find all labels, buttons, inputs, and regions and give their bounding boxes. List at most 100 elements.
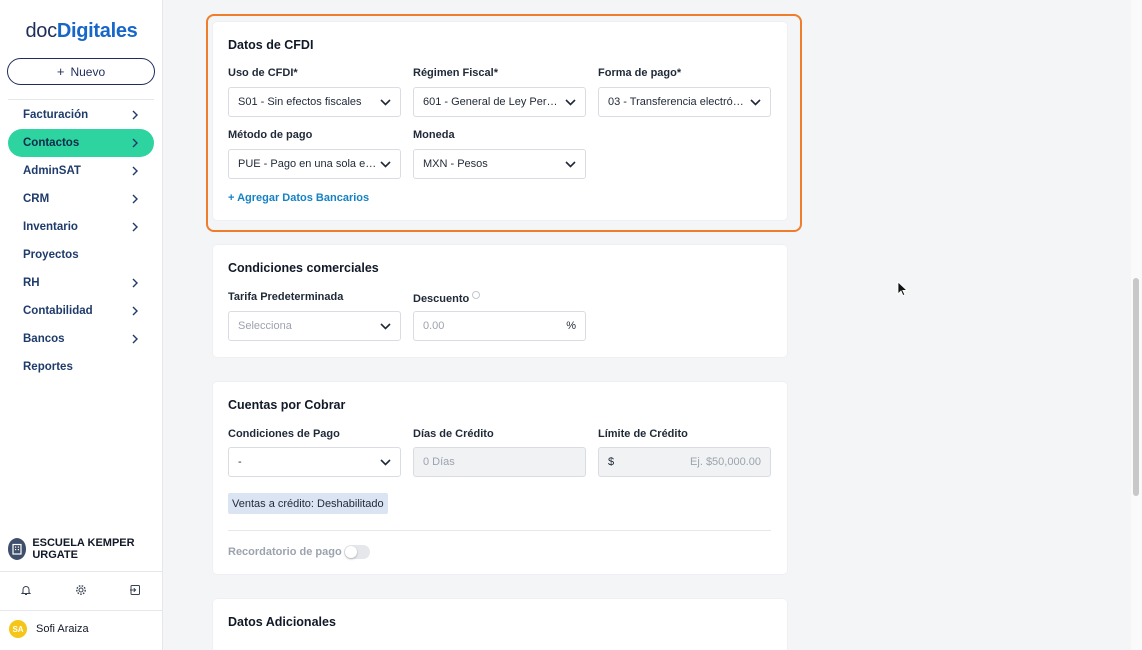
chevron-right-icon <box>130 305 140 317</box>
limite-credito-label: Límite de Crédito <box>598 428 688 440</box>
tarifa-label: Tarifa Predeterminada <box>228 291 344 303</box>
scrollbar-thumb[interactable] <box>1133 278 1139 496</box>
moneda-value: MXN - Pesos <box>423 158 488 170</box>
dias-credito-input[interactable]: 0 Días <box>413 447 586 477</box>
sidebar-item-crm[interactable]: CRM <box>8 185 154 213</box>
tarifa-select[interactable]: Selecciona <box>228 311 401 341</box>
bottom-divider <box>0 571 163 572</box>
bottom-divider-2 <box>0 610 163 611</box>
bell-icon[interactable] <box>18 582 34 598</box>
metodo-pago-select[interactable]: PUE - Pago en una sola exh... <box>228 149 401 179</box>
chevron-down-icon <box>379 158 391 170</box>
cfdi-title: Datos de CFDI <box>228 38 314 52</box>
user-name: Sofi Araiza <box>36 623 89 635</box>
percent-suffix: % <box>566 320 576 332</box>
descuento-label-text: Descuento <box>413 293 470 305</box>
chevron-right-icon <box>130 165 140 177</box>
forma-pago-label: Forma de pago* <box>598 67 682 79</box>
receivables-card: Cuentas por Cobrar Condiciones de Pago -… <box>213 382 787 574</box>
tarifa-placeholder: Selecciona <box>238 320 292 332</box>
cfdi-card: Datos de CFDI Uso de CFDI* S01 - Sin efe… <box>213 22 787 220</box>
sidebar-item-bancos[interactable]: Bancos <box>8 325 154 353</box>
dias-credito-label: Días de Crédito <box>413 428 494 440</box>
chevron-right-icon <box>130 109 140 121</box>
commercial-title: Condiciones comerciales <box>228 261 379 275</box>
company-selector[interactable]: ESCUELA KEMPER URGATE <box>8 537 158 561</box>
nav-divider <box>8 99 154 100</box>
sidebar-nav: Facturación Contactos AdminSAT CRM Inventari… <box>8 101 154 381</box>
additional-data-card: Datos Adicionales <box>213 599 787 650</box>
new-button[interactable]: + Nuevo <box>7 58 155 85</box>
sidebar-item-proyectos[interactable]: Proyectos <box>8 241 154 269</box>
bottom-toolbar <box>18 582 143 598</box>
chevron-down-icon <box>749 96 761 108</box>
chevron-down-icon <box>564 96 576 108</box>
section-divider <box>228 530 771 531</box>
toggle-knob <box>345 546 357 558</box>
descuento-input[interactable]: 0.00 % <box>413 311 586 341</box>
credit-status-badge: Ventas a crédito: Deshabilitado <box>228 493 388 514</box>
reminder-label: Recordatorio de pago <box>228 546 342 558</box>
sidebar-item-label: Contactos <box>23 137 80 149</box>
reminder-toggle[interactable] <box>344 545 370 559</box>
user-profile[interactable]: SA Sofi Araiza <box>9 620 89 638</box>
logout-icon[interactable] <box>127 582 143 598</box>
sidebar-item-label: Bancos <box>23 333 65 345</box>
moneda-select[interactable]: MXN - Pesos <box>413 149 586 179</box>
logo-text-light: doc <box>25 20 57 42</box>
uso-cfdi-label: Uso de CFDI* <box>228 67 298 79</box>
forma-pago-value: 03 - Transferencia electróni... <box>608 96 748 108</box>
chevron-down-icon <box>379 320 391 332</box>
sidebar: docDigitales + Nuevo Facturación Contacto… <box>0 0 163 650</box>
commercial-conditions-card: Condiciones comerciales Tarifa Predeterm… <box>213 245 787 357</box>
uso-cfdi-select[interactable]: S01 - Sin efectos fiscales <box>228 87 401 117</box>
regimen-value: 601 - General de Ley Perso... <box>423 96 563 108</box>
chevron-right-icon <box>130 137 140 149</box>
condiciones-pago-label: Condiciones de Pago <box>228 428 340 440</box>
sidebar-item-adminsat[interactable]: AdminSAT <box>8 157 154 185</box>
regimen-label: Régimen Fiscal* <box>413 67 498 79</box>
sidebar-item-facturaci-n[interactable]: Facturación <box>8 101 154 129</box>
uso-cfdi-value: S01 - Sin efectos fiscales <box>238 96 362 108</box>
chevron-right-icon <box>130 333 140 345</box>
sidebar-item-contactos[interactable]: Contactos <box>8 129 154 157</box>
sidebar-item-label: Facturación <box>23 109 89 121</box>
sidebar-item-reportes[interactable]: Reportes <box>8 353 154 381</box>
sidebar-item-label: CRM <box>23 193 50 205</box>
moneda-label: Moneda <box>413 129 455 141</box>
limite-credito-input[interactable]: $ Ej. $50,000.00 <box>598 447 771 477</box>
company-name: ESCUELA KEMPER URGATE <box>32 537 135 561</box>
sidebar-item-contabilidad[interactable]: Contabilidad <box>8 297 154 325</box>
chevron-right-icon <box>130 221 140 233</box>
sidebar-item-label: RH <box>23 277 40 289</box>
logo-text-bold: Digitales <box>56 20 138 42</box>
sidebar-item-label: AdminSAT <box>23 165 81 177</box>
add-bank-data-link[interactable]: + Agregar Datos Bancarios <box>228 192 369 204</box>
sidebar-item-label: Proyectos <box>23 249 79 261</box>
metodo-pago-value: PUE - Pago en una sola exh... <box>238 158 378 170</box>
plus-icon: + <box>56 64 65 79</box>
sidebar-item-rh[interactable]: RH <box>8 269 154 297</box>
building-icon <box>8 538 27 560</box>
receivables-title: Cuentas por Cobrar <box>228 398 346 412</box>
avatar: SA <box>9 620 27 638</box>
gear-icon[interactable] <box>73 582 89 598</box>
chevron-down-icon <box>379 456 391 468</box>
limite-credito-placeholder: Ej. $50,000.00 <box>690 456 761 468</box>
currency-prefix: $ <box>608 456 615 468</box>
sidebar-item-label: Reportes <box>23 361 73 373</box>
dias-credito-placeholder: 0 Días <box>423 456 455 468</box>
sidebar-item-inventario[interactable]: Inventario <box>8 213 154 241</box>
descuento-placeholder: 0.00 <box>423 320 445 332</box>
regimen-select[interactable]: 601 - General de Ley Perso... <box>413 87 586 117</box>
condiciones-pago-select[interactable]: - <box>228 447 401 477</box>
sidebar-item-label: Contabilidad <box>23 305 93 317</box>
chevron-right-icon <box>130 193 140 205</box>
scrollbar[interactable] <box>1131 0 1142 650</box>
descuento-label: Descuento <box>413 291 481 305</box>
sidebar-item-label: Inventario <box>23 221 78 233</box>
info-icon[interactable] <box>472 291 481 299</box>
condiciones-pago-value: - <box>238 456 242 468</box>
forma-pago-select[interactable]: 03 - Transferencia electróni... <box>598 87 771 117</box>
app-logo[interactable]: docDigitales <box>0 20 163 43</box>
